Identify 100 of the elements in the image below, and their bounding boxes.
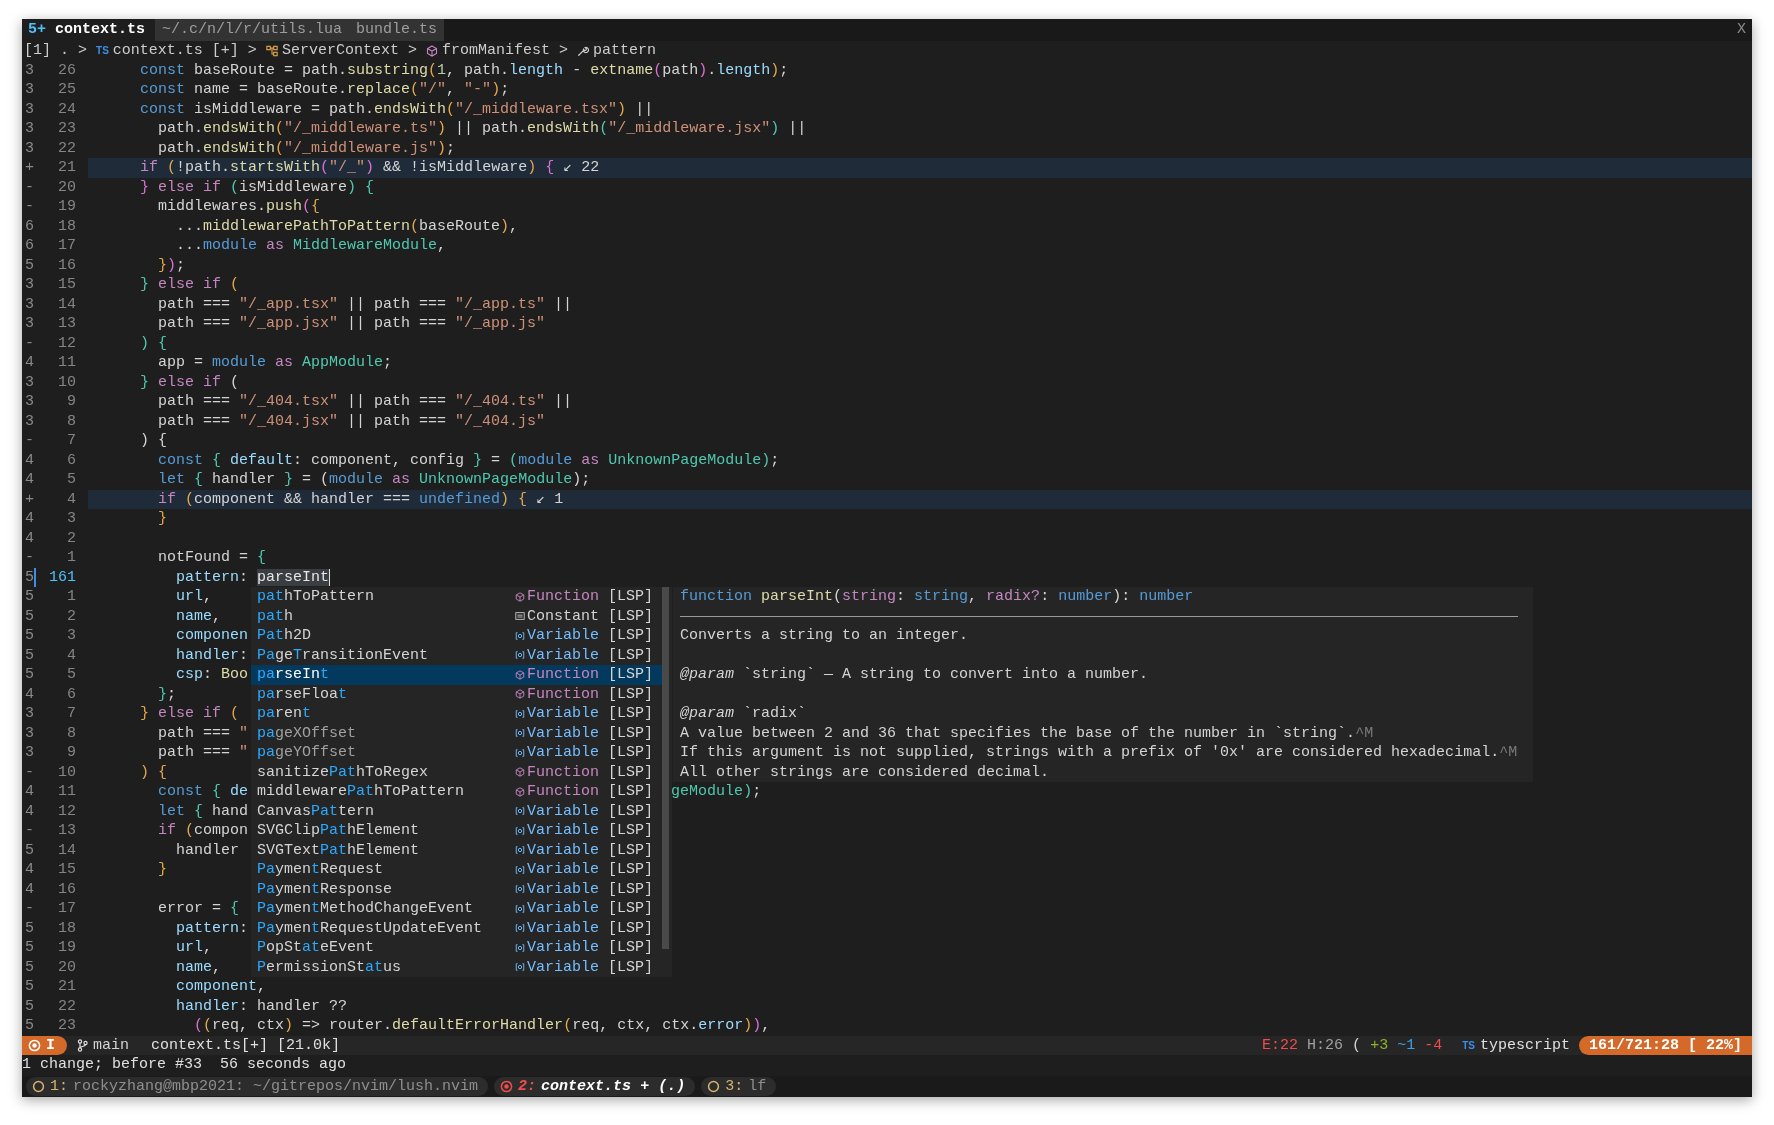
code-line: name, — [176, 606, 222, 626]
tmux-window-tab[interactable]: 2: context.ts + (.) — [494, 1077, 696, 1096]
line-number: 21 — [57, 158, 76, 178]
completion-source: [LSP] — [608, 762, 653, 782]
completion-kind: Function — [527, 665, 599, 685]
typescript-icon: TS — [1462, 1035, 1475, 1055]
completion-item[interactable]: PopStateEvent Variable [LSP] — [251, 938, 662, 958]
completion-item[interactable]: pathToPattern Function [LSP] — [251, 587, 662, 607]
code-line: path === " — [158, 723, 249, 743]
line-number: 10 — [57, 762, 76, 782]
completion-source: [LSP] — [608, 704, 653, 724]
line-number: 1 — [66, 548, 76, 568]
line-number: 4 — [66, 489, 76, 509]
gutter-sign: 4 — [25, 879, 34, 899]
completion-label: parseFloat — [257, 684, 349, 704]
fold-hint: ↙ 1 — [536, 489, 564, 509]
completion-label: pageYOffset — [257, 743, 358, 763]
close-button[interactable]: X — [1731, 19, 1752, 41]
completion-source: [LSP] — [608, 587, 653, 607]
completion-item[interactable]: sanitizePathToRegex Function [LSP] — [251, 762, 662, 782]
gutter-sign: 4 — [25, 528, 34, 548]
variable-icon — [515, 864, 525, 875]
breadcrumb-separator: > — [78, 41, 88, 61]
tab-label: ~/.c/n/l/r/utils.lua — [162, 20, 343, 40]
code-line: path === " — [158, 743, 249, 763]
completion-kind: Function — [527, 684, 599, 704]
editor-tab[interactable]: bundle.ts — [349, 19, 445, 41]
completion-label: SVGTextPathElement — [257, 840, 421, 860]
completion-source: [LSP] — [608, 782, 653, 802]
diagnostic-count: E:22 — [1262, 1035, 1299, 1055]
code-line: if (!path.startsWith("/_") && !isMiddleware) { — [140, 158, 555, 178]
git-branch-icon — [77, 1038, 88, 1052]
line-number: 8 — [66, 411, 76, 431]
breadcrumb-item[interactable]: context.ts [+] — [112, 41, 239, 61]
completion-item[interactable]: pageXOffset Variable [LSP] — [251, 723, 662, 743]
documentation-text: If this argument is not supplied, strings with a prefix of '0x' are considered hexadecimal.^M — [680, 744, 1518, 761]
gutter-sign: + — [25, 158, 34, 178]
breadcrumb-item[interactable]: pattern — [592, 41, 656, 61]
line-number: 1 — [66, 587, 76, 607]
line-number: 13 — [57, 314, 76, 334]
line-number: 7 — [66, 704, 76, 724]
class-icon — [265, 44, 278, 57]
diff-count: -4 — [1424, 1035, 1443, 1055]
completion-label: parseInt — [257, 665, 331, 685]
line-number: 17 — [57, 899, 76, 919]
completion-item[interactable]: PaymentRequestUpdateEvent Variable [LSP] — [251, 918, 662, 938]
completion-item[interactable]: PermissionStatus Variable [LSP] — [251, 957, 662, 977]
variable-icon — [515, 708, 525, 719]
line-number: 5 — [66, 470, 76, 490]
completion-item[interactable]: parseInt Function [LSP] — [251, 665, 662, 685]
code-line: ) { — [140, 762, 168, 782]
code-line: } else if ( — [140, 704, 240, 724]
completion-item[interactable]: path Constant [LSP] — [251, 606, 662, 626]
completion-item[interactable]: parent Variable [LSP] — [251, 704, 662, 724]
gutter-sign: 3 — [25, 294, 34, 314]
completion-item[interactable]: CanvasPattern Variable [LSP] — [251, 801, 662, 821]
gutter-sign: 6 — [25, 236, 34, 256]
editor-tab[interactable]: 5+ context.ts — [22, 19, 156, 41]
completion-source: [LSP] — [608, 899, 653, 919]
code-line: url, — [176, 587, 213, 607]
completion-item[interactable]: SVGTextPathElement Variable [LSP] — [251, 840, 662, 860]
completion-item[interactable]: parseFloat Function [LSP] — [251, 684, 662, 704]
completion-source: [LSP] — [608, 626, 653, 646]
tmux-window-tab[interactable]: 3: lf — [701, 1077, 777, 1096]
code-line: if (compon — [158, 821, 249, 841]
line-number: 12 — [57, 333, 76, 353]
code-line: path.endsWith("/_middleware.js"); — [158, 138, 456, 158]
gutter-sign: - — [25, 899, 34, 919]
code-line: const name = baseRoute.replace("/", "-"); — [140, 80, 510, 100]
completion-label: PopStateEvent — [257, 938, 376, 958]
gutter-sign: 3 — [25, 275, 34, 295]
completion-item[interactable]: PaymentResponse Variable [LSP] — [251, 879, 662, 899]
variable-icon — [515, 747, 525, 758]
completion-item[interactable]: Path2D Variable [LSP] — [251, 626, 662, 646]
completion-item[interactable]: pageYOffset Variable [LSP] — [251, 743, 662, 763]
completion-item[interactable]: PageTransitionEvent Variable [LSP] — [251, 645, 662, 665]
gutter-sign: 5 — [25, 587, 34, 607]
tab-label: bundle.ts — [356, 20, 438, 40]
breadcrumb-item[interactable]: fromManifest — [441, 41, 550, 61]
code-line: notFound = { — [158, 548, 267, 568]
completion-source: [LSP] — [608, 645, 653, 665]
breadcrumb-item[interactable]: [1] — [24, 41, 51, 61]
constant-icon — [515, 611, 525, 622]
scrollbar-thumb[interactable] — [662, 587, 669, 949]
editor-tab[interactable]: ~/.c/n/l/r/utils.lua — [155, 19, 350, 41]
line-number: 19 — [57, 197, 76, 217]
line-number: 10 — [57, 372, 76, 392]
code-line: const isMiddleware = path.endsWith("/_middleware.tsx") || — [140, 99, 654, 119]
completion-item[interactable]: SVGClipPathElement Variable [LSP] — [251, 821, 662, 841]
code-line: path === "/_app.jsx" || path === "/_app.js" — [158, 314, 546, 334]
line-number: 21 — [57, 977, 76, 997]
gutter-sign: 3 — [25, 723, 34, 743]
completion-item[interactable]: middlewarePathToPattern Function [LSP] — [251, 782, 662, 802]
breadcrumb-item[interactable]: . — [60, 41, 70, 61]
tmux-window-tab[interactable]: 1: rockyzhang@mbp2021: ~/gitrepos/nvim/lush.nvim — [26, 1077, 489, 1096]
line-number: 4 — [66, 645, 76, 665]
completion-item[interactable]: PaymentRequest Variable [LSP] — [251, 860, 662, 880]
completion-item[interactable]: PaymentMethodChangeEvent Variable [LSP] — [251, 899, 662, 919]
breadcrumb-item[interactable]: ServerContext — [281, 41, 399, 61]
variable-icon — [515, 630, 525, 641]
